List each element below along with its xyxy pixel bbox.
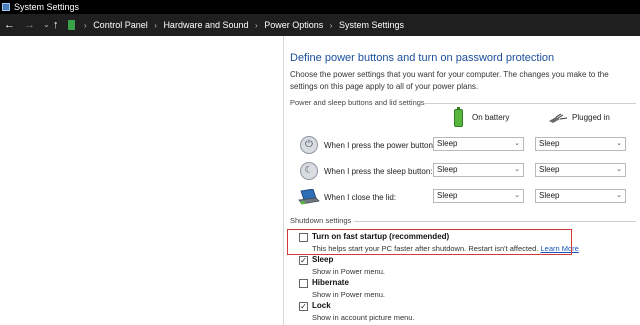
sleep-button-plugged-select[interactable]: Sleep ⌄	[535, 163, 626, 177]
select-value: Sleep	[539, 165, 560, 174]
select-value: Sleep	[539, 191, 560, 200]
chevron-down-icon: ⌄	[514, 166, 520, 173]
sleep-checkbox[interactable]: ✓	[299, 256, 308, 265]
breadcrumb-power-options[interactable]: Power Options	[264, 14, 323, 36]
hibernate-label[interactable]: Hibernate	[312, 278, 349, 287]
settings-panel: Define power buttons and turn on passwor…	[283, 36, 640, 325]
on-battery-header: On battery	[472, 113, 510, 122]
chevron-down-icon: ⌄	[514, 140, 520, 147]
row-label: When I close the lid:	[324, 193, 397, 202]
sleep-button-battery-select[interactable]: Sleep ⌄	[433, 163, 524, 177]
sleep-label[interactable]: Sleep	[312, 255, 333, 264]
row-label: When I press the power button:	[324, 141, 436, 150]
hibernate-checkbox[interactable]	[299, 279, 308, 288]
close-lid-plugged-select[interactable]: Sleep ⌄	[535, 189, 626, 203]
sleep-button-icon: ☾	[300, 162, 318, 180]
select-value: Sleep	[437, 165, 458, 174]
breadcrumb-control-panel[interactable]: Control Panel	[93, 14, 148, 36]
row-label: When I press the sleep button:	[324, 167, 433, 176]
control-panel-location-icon	[68, 20, 75, 30]
chevron-down-icon: ⌄	[514, 192, 520, 199]
plugged-in-header: Plugged in	[572, 113, 610, 122]
chevron-down-icon: ⌄	[616, 140, 622, 147]
group-divider	[424, 103, 636, 104]
breadcrumb-separator-icon: ›	[84, 21, 87, 30]
power-button-plugged-select[interactable]: Sleep ⌄	[535, 137, 626, 151]
fast-startup-highlight-box	[287, 229, 572, 255]
page-description: Choose the power settings that you want …	[290, 70, 609, 91]
power-button-battery-select[interactable]: Sleep ⌄	[433, 137, 524, 151]
control-panel-icon	[2, 3, 10, 11]
laptop-lid-icon	[298, 189, 320, 205]
chevron-down-icon: ⌄	[616, 166, 622, 173]
breadcrumb-system-settings[interactable]: System Settings	[339, 14, 404, 36]
battery-icon	[454, 107, 463, 127]
back-arrow-icon[interactable]: ←	[4, 14, 15, 36]
breadcrumb-separator-icon[interactable]: ›	[330, 15, 333, 37]
power-button-icon: ⏻	[300, 136, 318, 154]
group-divider	[354, 221, 636, 222]
power-group-label: Power and sleep buttons and lid settings	[290, 98, 425, 107]
select-value: Sleep	[437, 139, 458, 148]
shutdown-group-label: Shutdown settings	[290, 216, 352, 225]
window-titlebar: System Settings	[0, 0, 640, 14]
close-lid-battery-select[interactable]: Sleep ⌄	[433, 189, 524, 203]
up-arrow-icon[interactable]: ↑	[53, 14, 59, 36]
select-value: Sleep	[437, 191, 458, 200]
select-value: Sleep	[539, 139, 560, 148]
power-button-row: ⏻ When I press the power button: Sleep ⌄…	[298, 136, 638, 156]
recent-locations-chevron-icon[interactable]: ⌄	[43, 14, 50, 36]
sleep-description: Show in Power menu.	[312, 267, 385, 276]
lock-description: Show in account picture menu.	[312, 313, 415, 322]
breadcrumb: › Control Panel › Hardware and Sound › P…	[80, 14, 404, 36]
address-bar: ← → ⌄ ↑ › Control Panel › Hardware and S…	[0, 14, 640, 36]
breadcrumb-separator-icon[interactable]: ›	[154, 15, 157, 37]
close-lid-row: When I close the lid: Sleep ⌄ Sleep ⌄	[298, 188, 638, 208]
breadcrumb-separator-icon[interactable]: ›	[255, 15, 258, 37]
chevron-down-icon: ⌄	[616, 192, 622, 199]
hibernate-description: Show in Power menu.	[312, 290, 385, 299]
window-title: System Settings	[14, 2, 80, 12]
sleep-button-row: ☾ When I press the sleep button: Sleep ⌄…	[298, 162, 638, 182]
lock-checkbox[interactable]: ✓	[299, 302, 308, 311]
forward-arrow-icon[interactable]: →	[24, 14, 35, 36]
breadcrumb-hardware-and-sound[interactable]: Hardware and Sound	[163, 14, 248, 36]
power-plug-icon	[549, 113, 568, 123]
lock-label[interactable]: Lock	[312, 301, 331, 310]
page-title: Define power buttons and turn on passwor…	[290, 52, 555, 64]
